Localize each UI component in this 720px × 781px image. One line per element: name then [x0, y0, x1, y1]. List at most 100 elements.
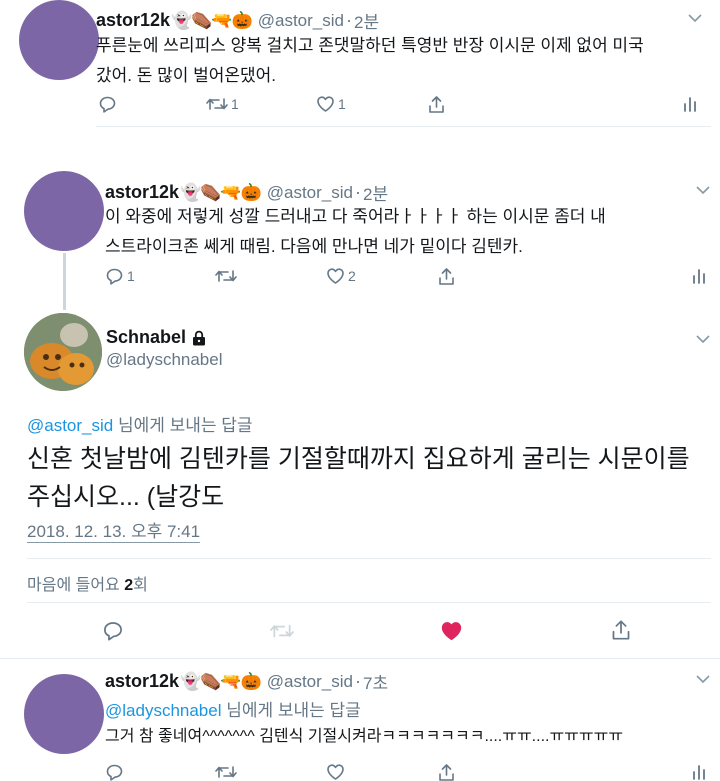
- reply-button[interactable]: 1: [105, 267, 135, 285]
- likes-label: 마음에 들어요: [27, 577, 125, 594]
- handle[interactable]: @astor_sid: [258, 11, 344, 31]
- reply-button[interactable]: [98, 95, 120, 113]
- lock-icon: [192, 330, 206, 346]
- tweet-header: astor12k 👻⚰️🔫🎃 @astor_sid · 2분: [96, 8, 379, 33]
- name-emoji: 👻⚰️🔫🎃: [180, 182, 262, 202]
- retweet-icon: [215, 267, 237, 285]
- thread-line: [63, 253, 66, 310]
- like-count: 1: [338, 96, 346, 112]
- likes-count: 2: [124, 577, 134, 594]
- timestamp[interactable]: 7초: [363, 669, 388, 694]
- like-button[interactable]: [326, 763, 345, 781]
- heart-icon: [316, 95, 335, 113]
- handle[interactable]: @astor_sid: [267, 183, 353, 203]
- retweet-button[interactable]: [270, 621, 294, 641]
- timestamp[interactable]: 2분: [354, 8, 379, 33]
- like-button[interactable]: 2: [326, 267, 356, 285]
- divider: [0, 658, 720, 659]
- share-button[interactable]: [437, 267, 456, 286]
- like-button[interactable]: [440, 620, 463, 642]
- tweet-text-line: 스트라이크존 쎄게 때림. 다음에 만나면 네가 밑이다 김텐카.: [105, 237, 523, 256]
- avatar[interactable]: [24, 313, 102, 391]
- heart-icon: [326, 763, 345, 781]
- chevron-down-icon[interactable]: [696, 186, 710, 195]
- chevron-down-icon[interactable]: [696, 335, 710, 344]
- name-emoji: 👻⚰️🔫🎃: [180, 671, 262, 691]
- retweet-button[interactable]: [215, 763, 237, 781]
- analytics-icon: [692, 763, 706, 780]
- tweet-actions: [105, 763, 710, 781]
- analytics-button[interactable]: [683, 95, 697, 112]
- likes-summary[interactable]: 마음에 들어요 2회: [27, 571, 148, 595]
- tweet-text-line: 신혼 첫날밤에 김텐카를 기절할때까지 집요하게 굴리는 시문이를: [27, 445, 690, 473]
- heart-filled-icon: [441, 622, 462, 641]
- share-icon: [437, 267, 456, 286]
- display-name[interactable]: astor12k: [96, 10, 170, 31]
- reply-to-handle[interactable]: @astor_sid: [27, 416, 113, 435]
- handle[interactable]: @astor_sid: [267, 672, 353, 692]
- chevron-down-icon[interactable]: [696, 675, 710, 684]
- display-name[interactable]: astor12k: [105, 182, 179, 203]
- analytics-icon: [683, 95, 697, 112]
- name-emoji: 👻⚰️🔫🎃: [171, 10, 253, 30]
- tweet-text: 이 와중에 저렇게 성깔 드러내고 다 죽어라ㅏㅏㅏㅏ 하는 이시문 좀더 내 …: [105, 202, 606, 262]
- heart-icon: [326, 267, 345, 285]
- retweet-button[interactable]: [215, 267, 240, 285]
- like-button[interactable]: 1: [316, 95, 346, 113]
- avatar-image: [24, 313, 102, 391]
- tweet-actions: 1 1: [96, 95, 706, 115]
- retweet-icon: [215, 763, 237, 781]
- divider: [96, 126, 711, 127]
- reply-icon: [98, 95, 117, 113]
- reply-to-label: 님에게 보내는 답글: [117, 416, 253, 435]
- tweet-actions: 1 2: [105, 267, 710, 287]
- divider: [27, 602, 711, 603]
- chevron-down-icon[interactable]: [688, 14, 702, 23]
- share-button[interactable]: [610, 619, 632, 641]
- like-count: 2: [348, 268, 356, 284]
- reply-to-handle[interactable]: @ladyschnabel: [105, 701, 222, 720]
- analytics-button[interactable]: [692, 763, 706, 780]
- separator-dot: ·: [345, 10, 352, 30]
- retweet-icon: [270, 624, 294, 638]
- retweet-count: 1: [231, 96, 239, 112]
- reply-context: @ladyschnabel 님에게 보내는 답글: [105, 696, 361, 721]
- share-icon: [437, 763, 456, 781]
- display-name[interactable]: Schnabel: [106, 327, 186, 348]
- avatar[interactable]: [24, 674, 104, 754]
- reply-icon: [105, 267, 124, 285]
- share-button[interactable]: [427, 95, 446, 114]
- retweet-button[interactable]: 1: [206, 95, 239, 113]
- tweet-text: 푸른눈에 쓰리피스 양복 걸치고 존댓말하던 특영반 반장 이시문 이제 없어 …: [96, 31, 644, 91]
- analytics-button[interactable]: [692, 267, 706, 284]
- reply-to-label: 님에게 보내는 답글: [226, 701, 361, 720]
- reply-button[interactable]: [102, 620, 124, 641]
- avatar[interactable]: [24, 171, 104, 251]
- tweet-text: 그거 참 좋네여^^^^^^^ 김텐식 기절시켜라ㅋㅋㅋㅋㅋㅋㅋ....ㅠㅠ..…: [105, 728, 624, 745]
- user-name-row: Schnabel: [106, 327, 206, 348]
- tweet-text-line: 이 와중에 저렇게 성깔 드러내고 다 죽어라ㅏㅏㅏㅏ 하는 이시문 좀더 내: [105, 207, 606, 226]
- avatar[interactable]: [19, 0, 99, 80]
- tweet-text-line: 갔어. 돈 많이 벌어온댔어.: [96, 66, 277, 85]
- tweet-text-line: 푸른눈에 쓰리피스 양복 걸치고 존댓말하던 특영반 반장 이시문 이제 없어 …: [96, 36, 644, 55]
- reply-icon: [104, 622, 122, 641]
- share-button[interactable]: [437, 763, 456, 781]
- focused-tweet-actions: [0, 618, 720, 644]
- tweet-text-line: 주십시오... (날강도: [27, 483, 225, 511]
- retweet-icon: [206, 95, 228, 113]
- reply-button[interactable]: [105, 763, 124, 781]
- share-icon: [612, 620, 630, 640]
- likes-label-suffix: 회: [133, 577, 148, 594]
- display-name[interactable]: astor12k: [105, 671, 179, 692]
- separator-dot: ·: [354, 671, 361, 691]
- share-icon: [427, 95, 446, 114]
- tweet-timestamp[interactable]: 2018. 12. 13. 오후 7:41: [27, 522, 201, 543]
- tweet-header: astor12k 👻⚰️🔫🎃 @astor_sid · 7초: [105, 669, 388, 694]
- reply-count: 1: [127, 268, 135, 284]
- separator-dot: ·: [354, 182, 361, 202]
- tweet-text: 신혼 첫날밤에 김텐카를 기절할때까지 집요하게 굴리는 시문이를 주십시오..…: [27, 440, 690, 516]
- reply-context: @astor_sid 님에게 보내는 답글: [27, 411, 253, 436]
- divider: [27, 558, 711, 559]
- handle[interactable]: @ladyschnabel: [106, 350, 223, 370]
- analytics-icon: [692, 267, 706, 284]
